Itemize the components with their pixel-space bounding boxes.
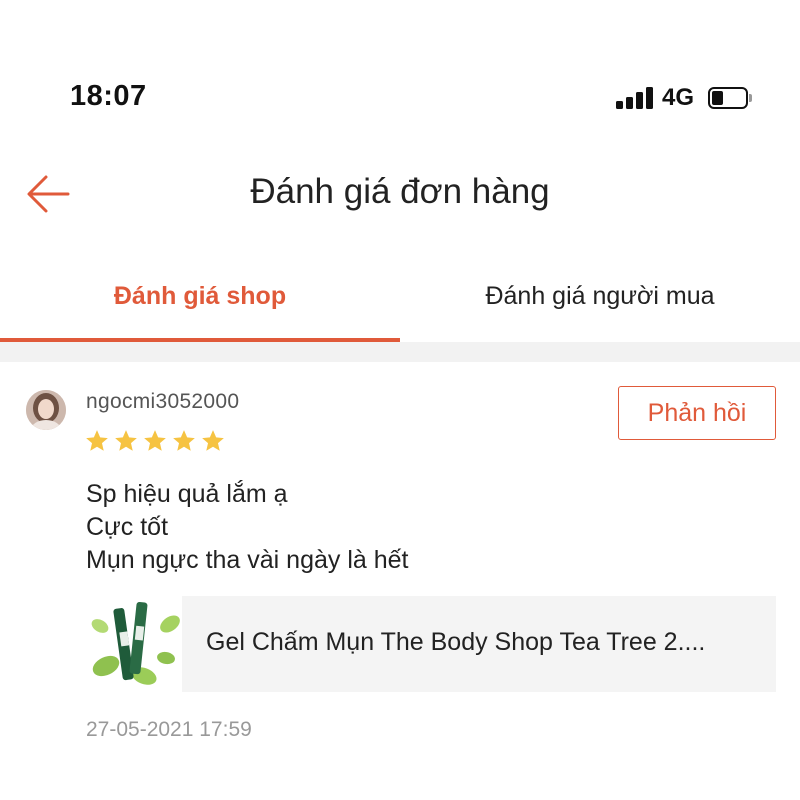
star-icon [173, 430, 195, 451]
order-review-screen: 18:07 4G Đánh giá đơn hàng Đánh giá shop… [0, 0, 800, 800]
product-name: Gel Chấm Mụn The Body Shop Tea Tree 2...… [206, 628, 706, 656]
signal-icon [616, 87, 654, 109]
star-icon [86, 430, 108, 451]
reply-button[interactable]: Phản hồi [618, 386, 776, 440]
section-divider [0, 342, 800, 362]
status-time: 18:07 [70, 80, 147, 112]
review-line: Cực tốt [86, 513, 169, 541]
review-line: Sp hiệu quả lắm ạ [86, 480, 288, 508]
star-icon [144, 430, 166, 451]
star-icon [115, 430, 137, 451]
reviewer-username: ngocmi3052000 [86, 390, 240, 413]
review-tabs: Đánh giá shop Đánh giá người mua [0, 258, 800, 344]
status-bar: 18:07 4G [0, 0, 800, 140]
page-title: Đánh giá đơn hàng [250, 172, 550, 211]
tab-buyer-reviews[interactable]: Đánh giá người mua [400, 258, 800, 344]
star-icon [202, 430, 224, 451]
avatar[interactable] [26, 390, 66, 430]
tab-shop-reviews[interactable]: Đánh giá shop [0, 258, 400, 344]
review-timestamp: 27-05-2021 17:59 [86, 718, 252, 741]
network-type: 4G [662, 84, 695, 111]
product-card[interactable]: Gel Chấm Mụn The Body Shop Tea Tree 2...… [86, 596, 776, 692]
product-thumbnail [86, 596, 182, 692]
review-line: Mụn ngực tha vài ngày là hết [86, 546, 409, 574]
battery-icon [708, 87, 752, 109]
review-comment: Sp hiệu quả lắm ạ Cực tốt Mụn ngực tha v… [86, 478, 409, 577]
